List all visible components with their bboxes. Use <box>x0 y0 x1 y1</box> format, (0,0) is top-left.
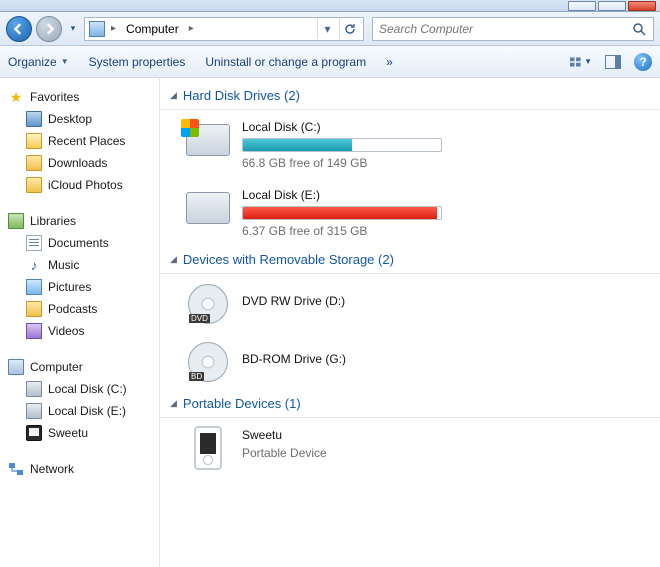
drive-name: DVD RW Drive (D:) <box>242 294 582 308</box>
sidebar-group-libraries[interactable]: Libraries <box>4 210 155 232</box>
drive-local-disk-c[interactable]: Local Disk (C:) 66.8 GB free of 149 GB <box>170 112 650 180</box>
recent-places-icon <box>26 133 42 149</box>
maximize-button[interactable] <box>598 1 626 11</box>
arrow-left-icon <box>13 23 25 35</box>
minimize-button[interactable] <box>568 1 596 11</box>
star-icon: ★ <box>8 89 24 105</box>
sidebar-item-desktop[interactable]: Desktop <box>4 108 155 130</box>
disk-icon <box>26 403 42 419</box>
navigation-pane: ★ Favorites Desktop Recent Places Downlo… <box>0 78 160 567</box>
collapse-icon: ◢ <box>170 398 177 409</box>
collapse-icon: ◢ <box>170 90 177 101</box>
phone-icon <box>26 425 42 441</box>
drive-name: Local Disk (C:) <box>242 120 582 134</box>
sidebar-item-recent-places[interactable]: Recent Places <box>4 130 155 152</box>
sidebar-item-music[interactable]: ♪ Music <box>4 254 155 276</box>
organize-label: Organize <box>8 55 57 69</box>
computer-icon <box>89 21 105 37</box>
sidebar-item-videos[interactable]: Videos <box>4 320 155 342</box>
capacity-bar <box>242 206 442 220</box>
view-icon <box>570 55 582 69</box>
sidebar-item-documents[interactable]: Documents <box>4 232 155 254</box>
separator <box>160 109 660 110</box>
window-titlebar <box>0 0 660 12</box>
arrow-right-icon <box>43 23 55 35</box>
videos-icon <box>26 323 42 339</box>
address-dropdown[interactable]: ▾ <box>317 19 337 39</box>
chevron-down-icon: ▼ <box>584 57 592 66</box>
drive-name: Local Disk (E:) <box>242 188 582 202</box>
sidebar-item-local-disk-e[interactable]: Local Disk (E:) <box>4 400 155 422</box>
optical-drive-icon: DVD <box>188 284 228 324</box>
desktop-icon <box>26 111 42 127</box>
chevron-right-icon[interactable]: ▸ <box>109 23 118 34</box>
device-sweetu[interactable]: Sweetu Portable Device <box>170 420 650 478</box>
sidebar-group-favorites[interactable]: ★ Favorites <box>4 86 155 108</box>
view-options-button[interactable]: ▼ <box>570 51 592 73</box>
hard-drive-icon <box>186 124 230 156</box>
drive-free-space: 6.37 GB free of 315 GB <box>242 224 582 238</box>
capacity-bar <box>242 138 442 152</box>
search-box[interactable] <box>372 17 654 41</box>
search-input[interactable] <box>379 22 625 36</box>
category-removable-storage[interactable]: ◢ Devices with Removable Storage (2) <box>170 248 650 271</box>
content-pane: ◢ Hard Disk Drives (2) Local Disk (C:) 6… <box>160 78 660 567</box>
optical-drive-icon: BD <box>188 342 228 382</box>
toolbar-overflow[interactable]: » <box>386 55 393 69</box>
close-button[interactable] <box>628 1 656 11</box>
chevron-down-icon: ▼ <box>61 57 69 66</box>
system-properties-button[interactable]: System properties <box>89 55 186 69</box>
navigation-bar: ▾ ▸ Computer ▸ ▾ <box>0 12 660 46</box>
sidebar-item-local-disk-c[interactable]: Local Disk (C:) <box>4 378 155 400</box>
drive-dvd-rw[interactable]: DVD DVD RW Drive (D:) <box>170 276 650 334</box>
sidebar-group-computer[interactable]: Computer <box>4 356 155 378</box>
back-button[interactable] <box>6 16 32 42</box>
address-bar[interactable]: ▸ Computer ▸ ▾ <box>84 17 364 41</box>
search-icon <box>631 21 647 37</box>
uninstall-button[interactable]: Uninstall or change a program <box>205 55 366 69</box>
separator <box>160 273 660 274</box>
chevron-right-icon[interactable]: ▸ <box>187 23 196 34</box>
category-portable-devices[interactable]: ◢ Portable Devices (1) <box>170 392 650 415</box>
sidebar-item-icloud-photos[interactable]: iCloud Photos <box>4 174 155 196</box>
help-button[interactable]: ? <box>634 53 652 71</box>
collapse-icon: ◢ <box>170 254 177 265</box>
computer-icon <box>8 359 24 375</box>
separator <box>160 417 660 418</box>
music-icon: ♪ <box>26 257 42 273</box>
network-icon <box>8 461 24 477</box>
libraries-icon <box>8 213 24 229</box>
drive-name: BD-ROM Drive (G:) <box>242 352 582 366</box>
category-hard-disk-drives[interactable]: ◢ Hard Disk Drives (2) <box>170 84 650 107</box>
hard-drive-icon <box>186 192 230 224</box>
sidebar-item-pictures[interactable]: Pictures <box>4 276 155 298</box>
device-name: Sweetu <box>242 428 582 442</box>
sidebar-item-downloads[interactable]: Downloads <box>4 152 155 174</box>
history-dropdown[interactable]: ▾ <box>66 18 80 40</box>
folder-icon <box>26 155 42 171</box>
drive-free-space: 66.8 GB free of 149 GB <box>242 156 582 170</box>
forward-button[interactable] <box>36 16 62 42</box>
folder-icon <box>26 177 42 193</box>
breadcrumb-location[interactable]: Computer <box>122 22 183 36</box>
drive-local-disk-e[interactable]: Local Disk (E:) 6.37 GB free of 315 GB <box>170 180 650 248</box>
sidebar-item-podcasts[interactable]: Podcasts <box>4 298 155 320</box>
pictures-icon <box>26 279 42 295</box>
command-bar: Organize ▼ System properties Uninstall o… <box>0 46 660 78</box>
disk-icon <box>26 381 42 397</box>
refresh-button[interactable] <box>339 19 359 39</box>
organize-menu[interactable]: Organize ▼ <box>8 55 69 69</box>
preview-pane-button[interactable] <box>602 51 624 73</box>
refresh-icon <box>344 23 356 35</box>
drive-bd-rom[interactable]: BD BD-ROM Drive (G:) <box>170 334 650 392</box>
preview-pane-icon <box>605 55 621 69</box>
device-type: Portable Device <box>242 446 582 460</box>
document-icon <box>26 235 42 251</box>
portable-device-icon <box>194 426 222 470</box>
sidebar-group-network[interactable]: Network <box>4 458 155 480</box>
folder-icon <box>26 301 42 317</box>
sidebar-item-sweetu[interactable]: Sweetu <box>4 422 155 444</box>
